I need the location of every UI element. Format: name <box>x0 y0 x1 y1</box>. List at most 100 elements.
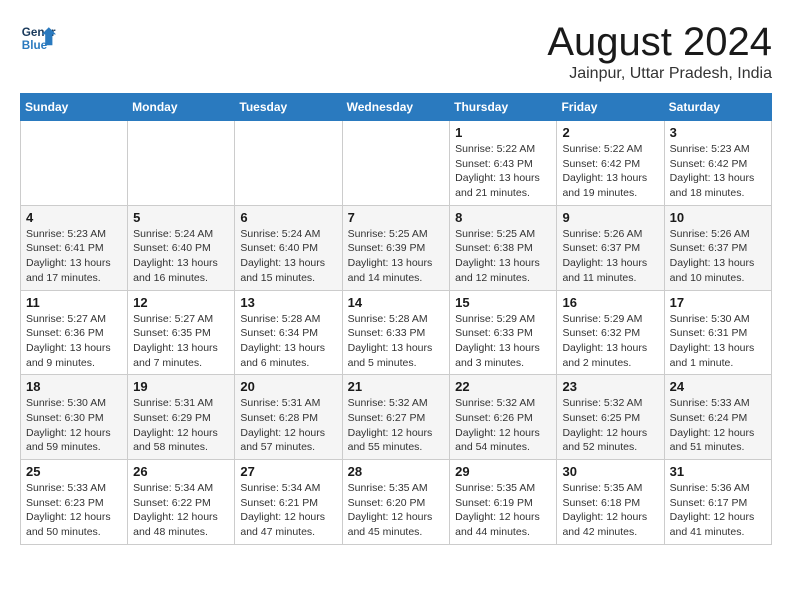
calendar-body: 1Sunrise: 5:22 AM Sunset: 6:43 PM Daylig… <box>21 121 772 545</box>
calendar-day-cell: 19 Sunrise: 5:31 AM Sunset: 6:29 PM Dayli… <box>128 375 235 460</box>
location-subtitle: Jainpur, Uttar Pradesh, India <box>547 65 772 83</box>
day-info: Sunrise: 5:30 AM Sunset: 6:30 PM Dayligh… <box>26 396 122 455</box>
day-info: Sunrise: 5:24 AM Sunset: 6:40 PM Dayligh… <box>240 227 336 286</box>
day-number: 29 <box>455 464 551 479</box>
day-number: 21 <box>348 379 445 394</box>
calendar-header-monday: Monday <box>128 94 235 121</box>
day-info: Sunrise: 5:28 AM Sunset: 6:34 PM Dayligh… <box>240 312 336 371</box>
day-info: Sunrise: 5:30 AM Sunset: 6:31 PM Dayligh… <box>670 312 766 371</box>
day-info: Sunrise: 5:35 AM Sunset: 6:20 PM Dayligh… <box>348 481 445 540</box>
calendar-day-cell: 28Sunrise: 5:35 AM Sunset: 6:20 PM Dayli… <box>342 460 450 545</box>
day-info: Sunrise: 5:31 AM Sunset: 6:29 PM Dayligh… <box>133 396 229 455</box>
day-info: Sunrise: 5:29 AM Sunset: 6:33 PM Dayligh… <box>455 312 551 371</box>
calendar-week-row: 11 Sunrise: 5:27 AM Sunset: 6:36 PM Dayli… <box>21 290 772 375</box>
calendar-day-cell <box>342 121 450 206</box>
calendar-day-cell: 25Sunrise: 5:33 AM Sunset: 6:23 PM Dayli… <box>21 460 128 545</box>
day-info: Sunrise: 5:32 AM Sunset: 6:25 PM Dayligh… <box>562 396 658 455</box>
svg-text:Blue: Blue <box>22 39 48 52</box>
day-number: 10 <box>670 210 766 225</box>
calendar-day-cell: 17 Sunrise: 5:30 AM Sunset: 6:31 PM Dayli… <box>664 290 771 375</box>
calendar-day-cell: 21 Sunrise: 5:32 AM Sunset: 6:27 PM Dayli… <box>342 375 450 460</box>
day-number: 2 <box>562 125 658 140</box>
day-number: 31 <box>670 464 766 479</box>
day-info: Sunrise: 5:36 AM Sunset: 6:17 PM Dayligh… <box>670 481 766 540</box>
day-info: Sunrise: 5:27 AM Sunset: 6:35 PM Dayligh… <box>133 312 229 371</box>
month-year-title: August 2024 <box>547 20 772 65</box>
day-number: 17 <box>670 295 766 310</box>
calendar-day-cell: 5Sunrise: 5:24 AM Sunset: 6:40 PM Daylig… <box>128 205 235 290</box>
calendar-day-cell: 3 Sunrise: 5:23 AM Sunset: 6:42 PM Daylig… <box>664 121 771 206</box>
day-number: 25 <box>26 464 122 479</box>
day-number: 14 <box>348 295 445 310</box>
calendar-header-tuesday: Tuesday <box>235 94 342 121</box>
calendar-day-cell: 6 Sunrise: 5:24 AM Sunset: 6:40 PM Daylig… <box>235 205 342 290</box>
day-info: Sunrise: 5:26 AM Sunset: 6:37 PM Dayligh… <box>670 227 766 286</box>
title-area: August 2024 Jainpur, Uttar Pradesh, Indi… <box>547 20 772 83</box>
day-number: 16 <box>562 295 658 310</box>
day-info: Sunrise: 5:23 AM Sunset: 6:41 PM Dayligh… <box>26 227 122 286</box>
day-info: Sunrise: 5:34 AM Sunset: 6:21 PM Dayligh… <box>240 481 336 540</box>
day-number: 19 <box>133 379 229 394</box>
calendar-table: SundayMondayTuesdayWednesdayThursdayFrid… <box>20 93 772 545</box>
day-info: Sunrise: 5:24 AM Sunset: 6:40 PM Dayligh… <box>133 227 229 286</box>
logo-icon: General Blue <box>20 20 56 56</box>
day-info: Sunrise: 5:34 AM Sunset: 6:22 PM Dayligh… <box>133 481 229 540</box>
calendar-week-row: 25Sunrise: 5:33 AM Sunset: 6:23 PM Dayli… <box>21 460 772 545</box>
day-number: 4 <box>26 210 122 225</box>
calendar-day-cell: 27 Sunrise: 5:34 AM Sunset: 6:21 PM Dayli… <box>235 460 342 545</box>
day-info: Sunrise: 5:23 AM Sunset: 6:42 PM Dayligh… <box>670 142 766 201</box>
calendar-header-row: SundayMondayTuesdayWednesdayThursdayFrid… <box>21 94 772 121</box>
day-info: Sunrise: 5:22 AM Sunset: 6:42 PM Dayligh… <box>562 142 658 201</box>
day-info: Sunrise: 5:27 AM Sunset: 6:36 PM Dayligh… <box>26 312 122 371</box>
calendar-day-cell <box>235 121 342 206</box>
day-number: 22 <box>455 379 551 394</box>
day-number: 15 <box>455 295 551 310</box>
day-info: Sunrise: 5:32 AM Sunset: 6:26 PM Dayligh… <box>455 396 551 455</box>
day-number: 24 <box>670 379 766 394</box>
calendar-day-cell: 20 Sunrise: 5:31 AM Sunset: 6:28 PM Dayli… <box>235 375 342 460</box>
day-info: Sunrise: 5:29 AM Sunset: 6:32 PM Dayligh… <box>562 312 658 371</box>
day-number: 7 <box>348 210 445 225</box>
day-number: 26 <box>133 464 229 479</box>
calendar-day-cell: 15 Sunrise: 5:29 AM Sunset: 6:33 PM Dayli… <box>450 290 557 375</box>
calendar-day-cell: 22 Sunrise: 5:32 AM Sunset: 6:26 PM Dayli… <box>450 375 557 460</box>
calendar-header-friday: Friday <box>557 94 664 121</box>
day-number: 1 <box>455 125 551 140</box>
day-info: Sunrise: 5:25 AM Sunset: 6:38 PM Dayligh… <box>455 227 551 286</box>
day-info: Sunrise: 5:33 AM Sunset: 6:24 PM Dayligh… <box>670 396 766 455</box>
calendar-day-cell: 23Sunrise: 5:32 AM Sunset: 6:25 PM Dayli… <box>557 375 664 460</box>
calendar-day-cell: 12Sunrise: 5:27 AM Sunset: 6:35 PM Dayli… <box>128 290 235 375</box>
calendar-day-cell: 1Sunrise: 5:22 AM Sunset: 6:43 PM Daylig… <box>450 121 557 206</box>
day-info: Sunrise: 5:35 AM Sunset: 6:18 PM Dayligh… <box>562 481 658 540</box>
calendar-day-cell: 14 Sunrise: 5:28 AM Sunset: 6:33 PM Dayli… <box>342 290 450 375</box>
calendar-header-thursday: Thursday <box>450 94 557 121</box>
calendar-day-cell: 10 Sunrise: 5:26 AM Sunset: 6:37 PM Dayli… <box>664 205 771 290</box>
calendar-day-cell: 30 Sunrise: 5:35 AM Sunset: 6:18 PM Dayli… <box>557 460 664 545</box>
day-info: Sunrise: 5:31 AM Sunset: 6:28 PM Dayligh… <box>240 396 336 455</box>
day-info: Sunrise: 5:26 AM Sunset: 6:37 PM Dayligh… <box>562 227 658 286</box>
day-info: Sunrise: 5:25 AM Sunset: 6:39 PM Dayligh… <box>348 227 445 286</box>
calendar-day-cell: 8 Sunrise: 5:25 AM Sunset: 6:38 PM Daylig… <box>450 205 557 290</box>
day-number: 13 <box>240 295 336 310</box>
day-info: Sunrise: 5:32 AM Sunset: 6:27 PM Dayligh… <box>348 396 445 455</box>
calendar-week-row: 18 Sunrise: 5:30 AM Sunset: 6:30 PM Dayli… <box>21 375 772 460</box>
day-number: 8 <box>455 210 551 225</box>
calendar-day-cell: 2 Sunrise: 5:22 AM Sunset: 6:42 PM Daylig… <box>557 121 664 206</box>
calendar-day-cell: 31 Sunrise: 5:36 AM Sunset: 6:17 PM Dayli… <box>664 460 771 545</box>
calendar-day-cell: 16 Sunrise: 5:29 AM Sunset: 6:32 PM Dayli… <box>557 290 664 375</box>
day-number: 3 <box>670 125 766 140</box>
calendar-header-saturday: Saturday <box>664 94 771 121</box>
calendar-day-cell: 18 Sunrise: 5:30 AM Sunset: 6:30 PM Dayli… <box>21 375 128 460</box>
day-number: 18 <box>26 379 122 394</box>
calendar-week-row: 4 Sunrise: 5:23 AM Sunset: 6:41 PM Daylig… <box>21 205 772 290</box>
calendar-day-cell <box>128 121 235 206</box>
calendar-day-cell: 26 Sunrise: 5:34 AM Sunset: 6:22 PM Dayli… <box>128 460 235 545</box>
day-info: Sunrise: 5:35 AM Sunset: 6:19 PM Dayligh… <box>455 481 551 540</box>
day-info: Sunrise: 5:28 AM Sunset: 6:33 PM Dayligh… <box>348 312 445 371</box>
calendar-day-cell: 24 Sunrise: 5:33 AM Sunset: 6:24 PM Dayli… <box>664 375 771 460</box>
day-number: 6 <box>240 210 336 225</box>
day-number: 20 <box>240 379 336 394</box>
day-number: 11 <box>26 295 122 310</box>
day-number: 30 <box>562 464 658 479</box>
day-number: 27 <box>240 464 336 479</box>
